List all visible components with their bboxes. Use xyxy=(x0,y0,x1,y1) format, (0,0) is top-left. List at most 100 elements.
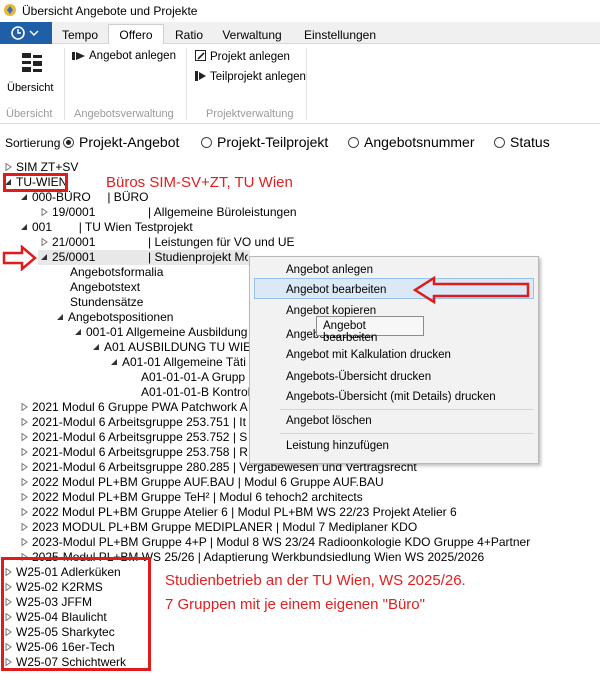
edit-icon xyxy=(195,50,206,61)
tree-node[interactable]: Angebotstext xyxy=(70,280,140,294)
ribbon: Übersicht Übersicht Angebot anlegen Ange… xyxy=(0,44,600,124)
offer-icon xyxy=(72,52,85,60)
window-title: Übersicht Angebote und Projekte xyxy=(22,4,198,18)
tree-node[interactable]: 001 | TU Wien Testprojekt xyxy=(21,220,193,234)
expand-arrow-icon[interactable] xyxy=(21,538,28,546)
tree-node[interactable]: 2022 Modul PL+BM Gruppe Atelier 6 | Modu… xyxy=(21,505,457,519)
menu-item-edit-offer[interactable]: Angebot bearbeiten xyxy=(286,284,386,296)
tree-node[interactable]: 2021 Modul 6 Gruppe PWA Patchwork A xyxy=(21,400,249,414)
tree-node-description: | Allgemeine Büroleistungen xyxy=(148,205,297,219)
create-project-button[interactable]: Projekt anlegen xyxy=(195,50,290,63)
tree-node[interactable]: 2022 Modul PL+BM Gruppe TeH² | Modul 6 t… xyxy=(21,490,363,504)
expand-arrow-icon[interactable] xyxy=(5,163,12,171)
tree-node[interactable]: 21/0001 xyxy=(41,235,95,249)
menu-separator xyxy=(280,433,534,434)
menu-item-add-service[interactable]: Leistung hinzufügen xyxy=(286,440,389,452)
collapse-arrow-icon[interactable] xyxy=(111,359,118,366)
overview-button[interactable]: Übersicht xyxy=(2,50,62,100)
menu-item-delete-offer[interactable]: Angebot löschen xyxy=(286,415,372,427)
expand-arrow-icon[interactable] xyxy=(21,418,28,426)
expand-arrow-icon[interactable] xyxy=(41,208,48,216)
ribbon-separator xyxy=(306,48,307,120)
radio-label: Angebotsnummer xyxy=(364,134,475,150)
create-subproject-button[interactable]: Teilprojekt anlegen xyxy=(195,70,306,83)
expand-arrow-icon[interactable] xyxy=(21,493,28,501)
tree-node[interactable]: A01-01 Allgemeine Täti xyxy=(111,355,249,369)
tab-offero[interactable]: Offero xyxy=(108,24,164,45)
tree-node[interactable]: 001-01 Allgemeine Ausbildung xyxy=(75,325,249,339)
tab-verwaltung[interactable]: Verwaltung xyxy=(214,25,290,44)
tree-node[interactable]: 2021-Modul 6 Arbeitsgruppe 253.751 | It xyxy=(21,415,249,429)
sort-label: Sortierung xyxy=(5,136,61,150)
expand-arrow-icon[interactable] xyxy=(41,238,48,246)
ribbon-separator xyxy=(186,48,187,120)
radio-selected-icon xyxy=(63,137,74,148)
tab-ratio[interactable]: Ratio xyxy=(166,25,212,44)
collapse-arrow-icon[interactable] xyxy=(21,224,28,231)
tree-node[interactable]: SIM ZT+SV xyxy=(5,160,78,174)
tree-node-description: | Studienprojekt Modul 2025/26 xyxy=(148,250,248,264)
menu-separator xyxy=(280,409,534,410)
red-arrow-icon xyxy=(2,245,37,271)
tree-node[interactable]: 2021-Modul 6 Arbeitsgruppe 253.752 | S xyxy=(21,430,249,444)
ribbon-tab-row: Tempo Offero Ratio Verwaltung Einstellun… xyxy=(0,22,600,45)
create-offer-label: Angebot anlegen xyxy=(89,50,176,62)
expand-arrow-icon[interactable] xyxy=(21,403,28,411)
tree-node[interactable]: 25/0001 xyxy=(41,250,95,264)
expand-arrow-icon[interactable] xyxy=(21,448,28,456)
menu-item-create-offer[interactable]: Angebot anlegen xyxy=(286,264,373,276)
tab-einstellungen[interactable]: Einstellungen xyxy=(294,25,386,44)
tree-node[interactable]: 2023-Modul PL+BM Gruppe 4+P | Modul 8 WS… xyxy=(21,535,530,549)
app-menu-button[interactable] xyxy=(0,22,52,44)
tree-node[interactable]: 2023 MODUL PL+BM Gruppe MEDIPLANER | Mod… xyxy=(21,520,417,534)
tree-node[interactable]: A01 AUSBILDUNG TU WIE xyxy=(93,340,249,354)
collapse-arrow-icon[interactable] xyxy=(93,344,100,351)
tree-node[interactable]: 19/0001 xyxy=(41,205,95,219)
collapse-arrow-icon[interactable] xyxy=(21,194,28,201)
collapse-arrow-icon[interactable] xyxy=(57,314,64,321)
tab-tempo[interactable]: Tempo xyxy=(54,25,106,44)
group-label-offers: Angebotsverwaltung xyxy=(74,108,174,120)
tree-node[interactable]: 2021-Modul 6 Arbeitsgruppe 253.758 | R xyxy=(21,445,249,459)
collapse-arrow-icon[interactable] xyxy=(41,254,48,261)
radio-icon xyxy=(201,137,212,148)
tooltip: Angebot bearbeiten xyxy=(316,316,424,344)
expand-arrow-icon[interactable] xyxy=(21,523,28,531)
tree-node[interactable]: Angebotsformalia xyxy=(70,265,163,279)
expand-arrow-icon[interactable] xyxy=(21,508,28,516)
menu-item-print-with-calculation[interactable]: Angebot mit Kalkulation drucken xyxy=(286,349,451,361)
tree-node[interactable]: 2022 Modul PL+BM Gruppe AUF.BAU | Modul … xyxy=(21,475,384,489)
radio-projekt-teilprojekt[interactable]: Projekt-Teilprojekt xyxy=(201,134,328,150)
radio-projekt-angebot[interactable]: Projekt-Angebot xyxy=(63,134,179,150)
clock-icon xyxy=(11,26,39,40)
create-subproject-label: Teilprojekt anlegen xyxy=(210,71,306,83)
subproject-icon xyxy=(195,71,206,81)
tree-node[interactable]: A01-01-01-B Kontrol xyxy=(141,385,249,399)
overview-label: Übersicht xyxy=(7,82,54,94)
red-arrow-left-icon xyxy=(412,276,530,304)
app-icon xyxy=(4,4,16,16)
create-project-label: Projekt anlegen xyxy=(210,51,290,63)
collapse-arrow-icon[interactable] xyxy=(75,329,82,336)
tree-node[interactable]: Stundensätze xyxy=(70,295,143,309)
tree-node[interactable]: A01-01-01-A Grupp xyxy=(141,370,249,384)
group-label-projects: Projektverwaltung xyxy=(206,108,294,120)
annotation-studienbetrieb-line1: Studienbetrieb an der TU Wien, WS 2025/2… xyxy=(165,572,466,589)
create-offer-button[interactable]: Angebot anlegen xyxy=(72,50,176,62)
expand-arrow-icon[interactable] xyxy=(21,463,28,471)
menu-item-print-overview[interactable]: Angebots-Übersicht drucken xyxy=(286,371,431,383)
group-label-overview: Übersicht xyxy=(6,108,53,120)
sort-bar: Sortierung Projekt-Angebot Projekt-Teilp… xyxy=(0,130,600,154)
radio-angebotsnummer[interactable]: Angebotsnummer xyxy=(348,134,475,150)
annotation-bueros: Büros SIM-SV+ZT, TU Wien xyxy=(106,174,293,191)
tree-node[interactable]: Angebotspositionen xyxy=(57,310,173,324)
tree-node[interactable]: 000-BÜRO | BÜRO xyxy=(21,190,148,204)
radio-label: Projekt-Teilprojekt xyxy=(217,134,329,150)
expand-arrow-icon[interactable] xyxy=(21,433,28,441)
annotation-studienbetrieb-line2: 7 Gruppen mit je einem eigenen "Büro" xyxy=(165,596,425,613)
radio-label: Projekt-Angebot xyxy=(79,134,180,150)
radio-status[interactable]: Status xyxy=(494,134,550,150)
menu-item-print-overview-details[interactable]: Angebots-Übersicht (mit Details) drucken xyxy=(286,391,496,403)
tree-node-description: | Leistungen für VO und UE xyxy=(148,235,295,249)
expand-arrow-icon[interactable] xyxy=(21,478,28,486)
